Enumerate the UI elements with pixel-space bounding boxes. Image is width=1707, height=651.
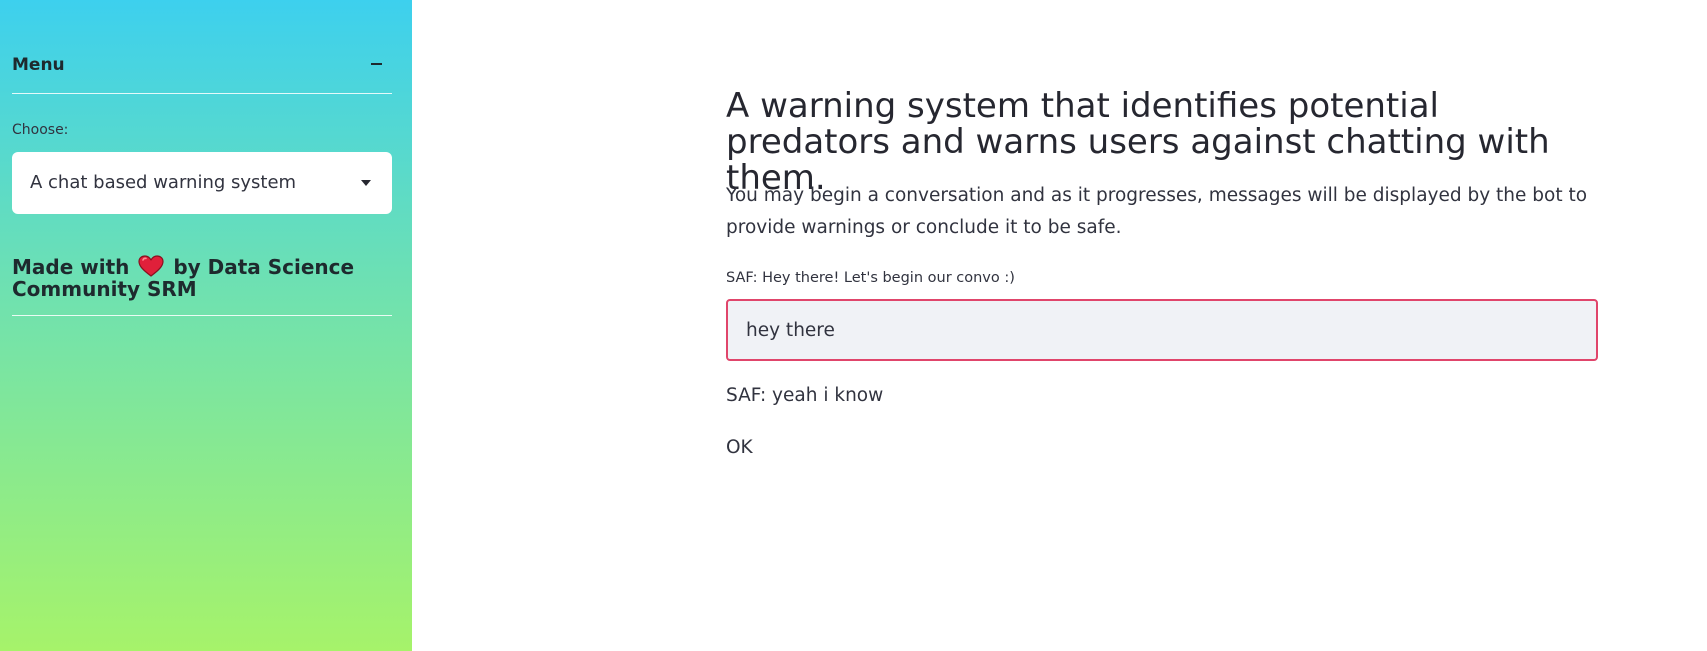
mode-select[interactable]: A chat based warning system: [12, 152, 392, 214]
bot-message: SAF: yeah i know: [726, 385, 884, 406]
menu-title: Menu: [12, 55, 65, 75]
caret-down-icon: [361, 180, 371, 186]
chat-input[interactable]: [726, 299, 1598, 361]
mode-select-value: A chat based warning system: [30, 172, 297, 193]
chat-input-label: SAF: Hey there! Let's begin our convo :): [726, 270, 1015, 286]
sidebar-divider: [12, 315, 392, 316]
sidebar: Menu Choose: A chat based warning system…: [0, 0, 412, 651]
collapse-menu-button[interactable]: [366, 52, 386, 76]
app-window: Menu Choose: A chat based warning system…: [0, 0, 1707, 651]
made-with-prefix: Made with: [12, 255, 130, 279]
menu-header: Menu: [12, 52, 392, 94]
status-message: OK: [726, 437, 753, 458]
made-with-credit: Made with by Data Science Community SRM: [12, 255, 382, 300]
minus-icon: [370, 63, 382, 65]
page-description: You may begin a conversation and as it p…: [726, 185, 1588, 238]
choose-label: Choose:: [12, 122, 69, 138]
heart-icon: [138, 255, 164, 277]
